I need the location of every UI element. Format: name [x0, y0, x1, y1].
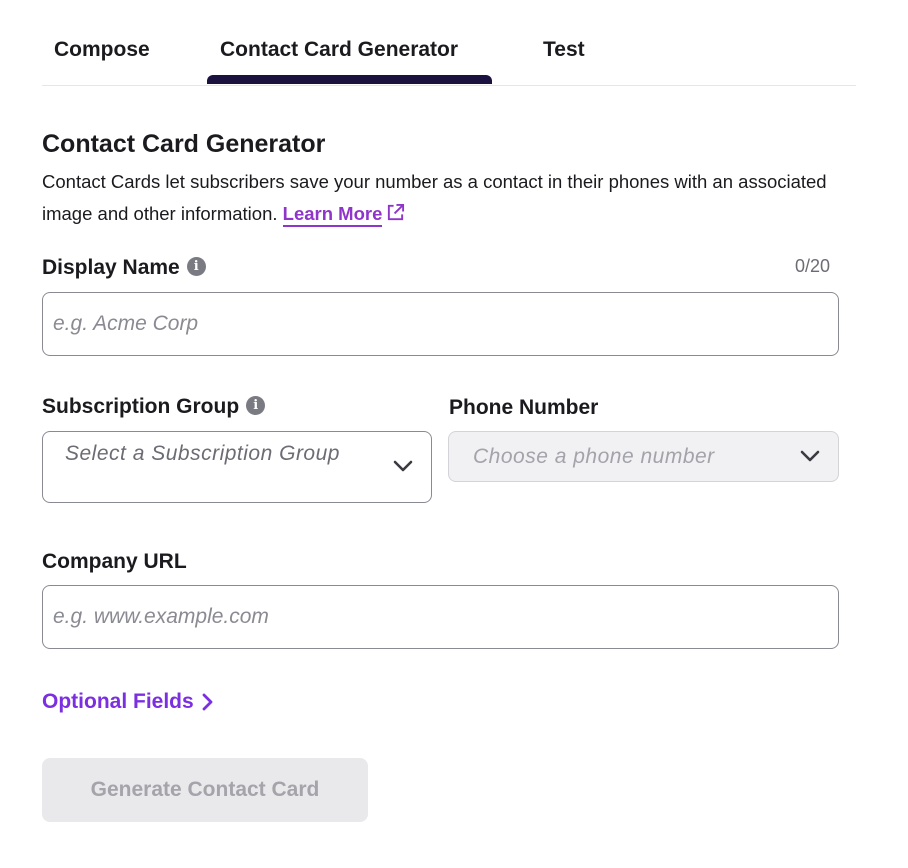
company-url-input[interactable]	[42, 585, 839, 649]
tab-compose[interactable]: Compose	[54, 38, 150, 62]
subscription-group-label: Subscription Group i	[42, 395, 266, 419]
character-counter: 0/20	[795, 256, 831, 276]
phone-number-select[interactable]: Choose a phone number	[448, 431, 839, 482]
subscription-group-label-text: Subscription Group	[42, 395, 240, 418]
display-name-label-text: Display Name	[42, 256, 180, 279]
info-icon[interactable]: i	[186, 257, 206, 276]
optional-fields-toggle[interactable]: Optional Fields	[42, 690, 213, 714]
phone-number-label: Phone Number	[449, 396, 599, 419]
subscription-group-select[interactable]: Select a Subscription Group	[42, 431, 432, 503]
optional-fields-label: Optional Fields	[42, 690, 194, 713]
subscription-group-placeholder: Select a Subscription Group	[65, 442, 340, 465]
display-name-label: Display Name i	[42, 256, 206, 280]
page-description: Contact Cards let subscribers save your …	[42, 166, 842, 232]
generate-contact-card-button[interactable]: Generate Contact Card	[42, 758, 368, 822]
company-url-label: Company URL	[42, 550, 187, 573]
chevron-right-icon	[202, 693, 213, 711]
chevron-down-icon	[800, 450, 820, 462]
active-tab-indicator	[207, 75, 492, 84]
tab-test[interactable]: Test	[543, 38, 585, 62]
tab-contact-card-generator[interactable]: Contact Card Generator	[220, 38, 458, 62]
learn-more-link[interactable]: Learn More	[282, 203, 383, 227]
tab-bar: Compose Contact Card Generator Test	[42, 0, 856, 86]
description-text: Contact Cards let subscribers save your …	[42, 171, 827, 224]
chevron-down-icon	[393, 460, 413, 472]
display-name-input[interactable]	[42, 292, 839, 356]
external-link-icon[interactable]	[386, 200, 405, 232]
phone-number-placeholder: Choose a phone number	[473, 445, 715, 468]
page-title: Contact Card Generator	[42, 130, 326, 158]
info-icon[interactable]: i	[246, 396, 266, 415]
